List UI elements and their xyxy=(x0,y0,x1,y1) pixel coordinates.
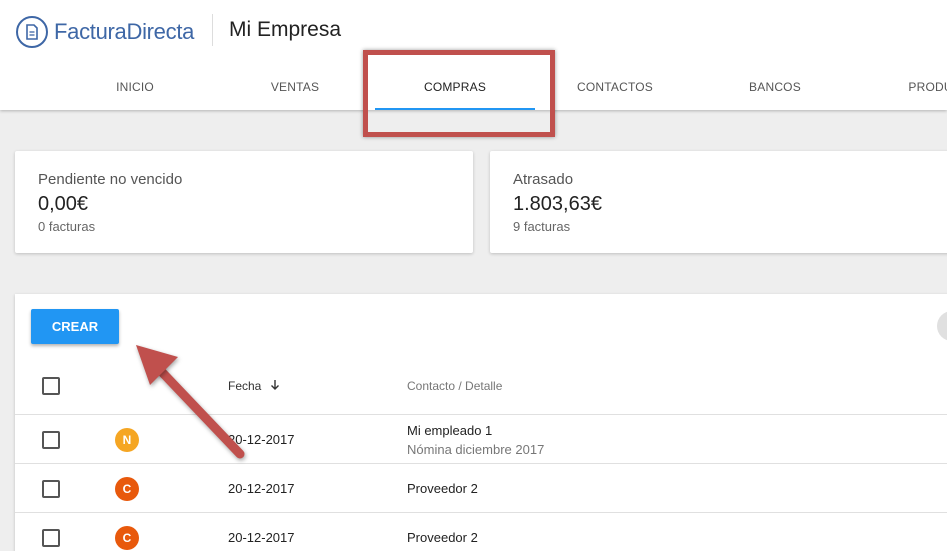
avatar: N xyxy=(115,428,139,452)
row-date: 20-12-2017 xyxy=(228,530,295,545)
company-name: Mi Empresa xyxy=(229,18,342,41)
document-icon xyxy=(16,16,48,48)
summary-amount: 1.803,63€ xyxy=(513,193,602,215)
summary-label: Atrasado xyxy=(513,171,574,188)
avatar: C xyxy=(115,477,139,501)
purchases-panel: CREAR Fecha Contacto / Detalle N 20-12-2… xyxy=(15,294,947,551)
brand-logo[interactable]: FacturaDirecta xyxy=(16,16,194,48)
tab-bancos[interactable]: BANCOS xyxy=(695,64,855,110)
tab-inicio[interactable]: INICIO xyxy=(55,64,215,110)
row-checkbox[interactable] xyxy=(42,529,60,547)
tab-productos[interactable]: PRODUC xyxy=(855,64,947,110)
create-button[interactable]: CREAR xyxy=(31,309,119,344)
row-contact: Proveedor 2 xyxy=(407,481,478,496)
row-checkbox[interactable] xyxy=(42,480,60,498)
sort-down-icon xyxy=(270,379,280,394)
column-header-date[interactable]: Fecha xyxy=(228,379,280,394)
summary-card-pending[interactable]: Pendiente no vencido 0,00€ 0 facturas xyxy=(15,151,473,253)
table-row[interactable]: N 20-12-2017 Mi empleado 1 Nómina diciem… xyxy=(15,414,947,463)
header-divider xyxy=(212,14,213,46)
row-checkbox[interactable] xyxy=(42,431,60,449)
summary-card-overdue[interactable]: Atrasado 1.803,63€ 9 facturas xyxy=(490,151,947,253)
row-date: 20-12-2017 xyxy=(228,481,295,496)
summary-label: Pendiente no vencido xyxy=(38,171,183,188)
row-date: 20-12-2017 xyxy=(228,432,295,447)
more-options-button[interactable] xyxy=(937,311,947,341)
annotation-highlight-box xyxy=(363,50,555,137)
column-header-contact[interactable]: Contacto / Detalle xyxy=(407,379,502,393)
tab-contactos[interactable]: CONTACTOS xyxy=(535,64,695,110)
row-contact: Mi empleado 1 xyxy=(407,423,493,438)
row-detail: Nómina diciembre 2017 xyxy=(407,442,545,457)
summary-count: 9 facturas xyxy=(513,219,571,234)
summary-count: 0 facturas xyxy=(38,219,96,234)
avatar: C xyxy=(115,526,139,550)
row-contact: Proveedor 2 xyxy=(407,530,478,545)
table-row[interactable]: C 20-12-2017 Proveedor 2 xyxy=(15,463,947,512)
table-row[interactable]: C 20-12-2017 Proveedor 2 xyxy=(15,512,947,551)
column-header-date-label: Fecha xyxy=(228,379,262,393)
tab-ventas[interactable]: VENTAS xyxy=(215,64,375,110)
select-all-checkbox[interactable] xyxy=(42,377,60,395)
brand-name: FacturaDirecta xyxy=(54,19,195,44)
summary-amount: 0,00€ xyxy=(38,193,89,215)
